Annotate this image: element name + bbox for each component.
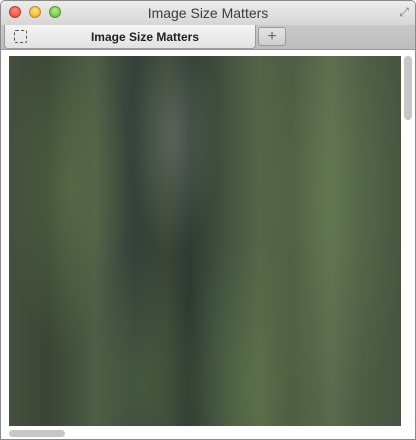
vertical-scrollbar[interactable] — [404, 56, 412, 120]
forest-image — [9, 56, 401, 426]
tab-label: Image Size Matters — [90, 30, 200, 44]
page-content — [1, 50, 415, 439]
new-tab-button[interactable]: + — [258, 27, 286, 46]
fullscreen-icon[interactable]: ⤢ — [397, 5, 411, 19]
window-title: Image Size Matters — [147, 5, 269, 21]
horizontal-scrollbar[interactable] — [9, 430, 65, 437]
title-bar[interactable]: Image Size Matters ⤢ — [1, 1, 415, 25]
browser-window: Image Size Matters ⤢ Image Size Matters … — [0, 0, 416, 440]
tab-image-size-matters[interactable]: Image Size Matters — [4, 25, 256, 49]
tab-bar: Image Size Matters + — [1, 25, 415, 50]
